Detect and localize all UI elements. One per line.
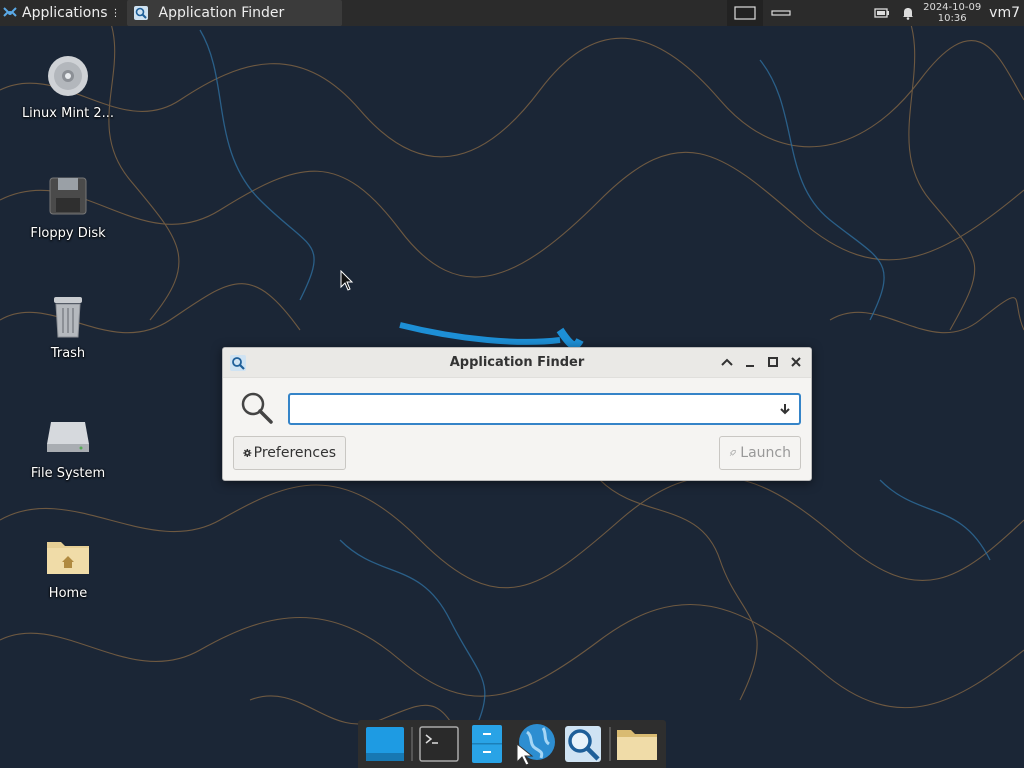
applications-label: Applications xyxy=(22,5,108,21)
top-panel: Applications ⋮ Application Finder 2024-1… xyxy=(0,0,1024,26)
desktop-icon-floppy-disk[interactable]: Floppy Disk xyxy=(18,172,118,241)
clock-time: 10:36 xyxy=(937,13,967,24)
desktop-icon-label: Floppy Disk xyxy=(30,226,106,241)
floppy-icon xyxy=(49,177,87,215)
show-desktop-icon xyxy=(366,727,404,761)
desktop-icon-home[interactable]: Home xyxy=(18,532,118,601)
app-finder-icon xyxy=(565,726,601,762)
workspace-icon xyxy=(771,10,791,16)
launch-button[interactable]: Launch xyxy=(719,436,801,470)
file-manager-icon xyxy=(472,725,502,763)
desktop-icon-label: Linux Mint 2... xyxy=(21,106,115,121)
desktop-icon-label: Home xyxy=(48,586,88,601)
chevron-up-icon xyxy=(721,358,733,366)
minimize-button[interactable] xyxy=(742,354,758,370)
window-titlebar[interactable]: Application Finder xyxy=(223,348,811,378)
workspace-1[interactable] xyxy=(727,0,764,26)
mouse-cursor-icon xyxy=(340,270,354,291)
dock-item-terminal[interactable] xyxy=(415,721,463,767)
xfce-logo-icon xyxy=(3,7,17,17)
dock-item-web-browser[interactable] xyxy=(511,721,559,767)
dock-item-show-desktop[interactable] xyxy=(361,721,409,767)
workspace-icon xyxy=(734,6,756,20)
close-icon xyxy=(791,357,801,367)
search-icon-container xyxy=(239,390,275,430)
desktop-icon-trash[interactable]: Trash xyxy=(18,292,118,361)
taskbar-item-application-finder[interactable]: Application Finder xyxy=(126,0,343,26)
dock-separator xyxy=(411,727,413,761)
web-browser-icon xyxy=(516,724,555,766)
expand-button[interactable] xyxy=(771,403,799,415)
minimize-icon xyxy=(746,365,754,367)
bottom-dock xyxy=(358,720,666,768)
arrow-down-icon xyxy=(780,404,790,415)
close-button[interactable] xyxy=(788,354,804,370)
workspace-2[interactable] xyxy=(763,0,799,26)
drive-icon xyxy=(47,422,89,452)
maximize-icon xyxy=(768,357,778,367)
home-folder-icon xyxy=(47,542,89,574)
desktop-icon-label: File System xyxy=(30,466,106,481)
cd-icon xyxy=(48,56,88,96)
collapse-button[interactable] xyxy=(719,354,735,370)
battery-icon[interactable] xyxy=(869,0,895,26)
launch-label: Launch xyxy=(740,445,791,461)
clock-date: 2024-10-09 xyxy=(923,2,982,13)
app-finder-icon xyxy=(133,6,148,20)
application-finder-window: Application Finder Preferences Launch xyxy=(222,347,812,481)
notification-bell-icon[interactable] xyxy=(895,0,921,26)
terminal-icon xyxy=(419,726,459,762)
user-label[interactable]: vm7 xyxy=(983,5,1024,21)
search-input[interactable] xyxy=(290,396,771,422)
folder-icon xyxy=(617,730,657,760)
gear-icon xyxy=(243,448,252,458)
maximize-button[interactable] xyxy=(765,354,781,370)
desktop-icon-label: Trash xyxy=(50,346,86,361)
launch-icon xyxy=(729,450,736,456)
dock-separator xyxy=(609,727,611,761)
desktop-icon-linux-mint[interactable]: Linux Mint 2... xyxy=(18,52,118,121)
search-field[interactable] xyxy=(288,393,801,425)
desktop-icon-file-system[interactable]: File System xyxy=(18,412,118,481)
applications-menu-button[interactable]: Applications ⋮ xyxy=(0,0,127,26)
dock-item-file-manager[interactable] xyxy=(463,721,511,767)
preferences-button[interactable]: Preferences xyxy=(233,436,346,470)
dock-item-folder[interactable] xyxy=(613,721,661,767)
menu-dots-icon: ⋮ xyxy=(110,7,121,19)
clock[interactable]: 2024-10-09 10:36 xyxy=(921,2,983,24)
dock-item-app-finder[interactable] xyxy=(559,721,607,767)
trash-icon xyxy=(54,297,82,338)
preferences-label: Preferences xyxy=(253,445,336,461)
search-icon xyxy=(241,392,273,424)
taskbar-item-label: Application Finder xyxy=(158,5,285,21)
